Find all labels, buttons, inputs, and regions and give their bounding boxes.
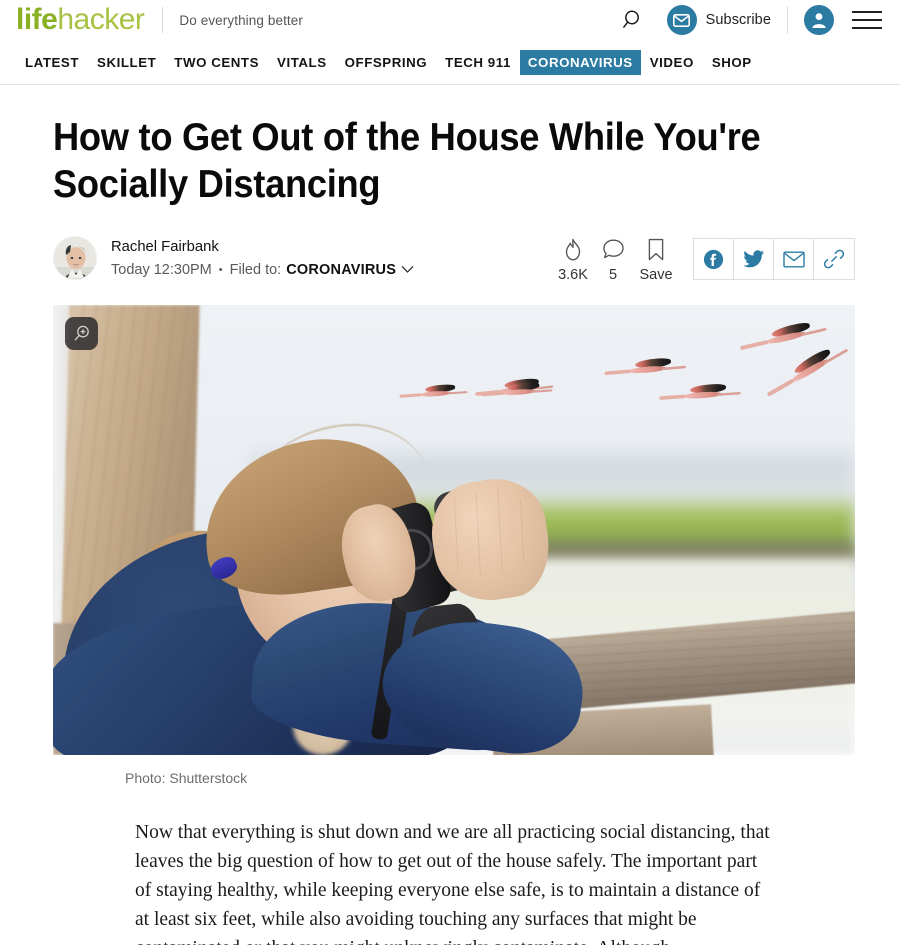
twitter-icon [742,250,764,268]
avatar[interactable] [53,236,97,280]
bookmark-icon [648,238,664,261]
image-expand-button[interactable] [65,317,98,350]
magnifier-plus-icon [74,325,89,341]
nav-item-two-cents[interactable]: TWO CENTS [165,50,268,75]
link-chain-icon [823,249,845,269]
logo-text-life: life [16,3,58,36]
author-name[interactable]: Rachel Fairbank [111,237,414,257]
article-figure: Photo: Shutterstock [53,305,855,786]
envelope-icon [673,13,691,27]
nav-item-tech-911[interactable]: TECH 911 [436,50,520,75]
subscribe-badge [666,5,697,35]
flame-icon [565,238,581,261]
email-share-button[interactable] [774,239,814,279]
nav-item-coronavirus[interactable]: CORONAVIRUS [519,49,641,75]
logo-text-hacker: hacker [57,3,145,36]
primary-nav: LATEST SKILLET TWO CENTS VITALS OFFSPRING TEC… [0,40,900,85]
header-divider [787,6,788,34]
filed-to-label: Filed to: [229,262,282,278]
hamburger-line-2 [852,19,882,21]
author-photo [54,237,96,279]
article-meta: Today 12:30PM • Filed to: CORONAVIRUS [111,260,414,281]
article-paragraph: Now that everything is shut down and we … [135,822,770,945]
nav-item-offspring[interactable]: OFFSPRING [336,50,437,75]
account-badge [804,5,834,35]
search-icon [622,10,639,29]
nav-item-video[interactable]: VIDEO [641,50,703,75]
nav-item-shop[interactable]: SHOP [703,50,761,75]
page-title: How to Get Out of the House While You're… [53,116,761,206]
share-buttons [693,238,855,280]
comments-button[interactable]: 5 [593,238,633,283]
likes-button[interactable]: 3.6K [553,238,593,283]
subscribe-label: Subscribe [705,12,771,28]
site-tagline: Do everything better [179,12,303,28]
byline-text: Rachel Fairbank Today 12:30PM • Filed to… [111,235,414,281]
hero-image[interactable] [53,305,855,755]
facebook-share-button[interactable] [694,239,734,279]
image-caption: Photo: Shutterstock [125,770,248,786]
nav-item-latest[interactable]: LATEST [16,50,88,75]
timestamp: Today 12:30PM [111,262,212,278]
meta-separator: • [218,264,223,276]
hamburger-line-3 [852,27,882,29]
nav-item-skillet[interactable]: SKILLET [88,50,165,75]
byline-row: Rachel Fairbank Today 12:30PM • Filed to… [53,235,855,283]
engagement-bar: 3.6K 5 Save [553,235,855,283]
facebook-icon [703,249,724,269]
account-button[interactable] [804,5,834,35]
search-button[interactable] [613,0,653,40]
chevron-down-icon[interactable] [401,260,414,281]
save-label: Save [639,267,673,283]
comment-bubble-icon [602,239,624,259]
save-button[interactable]: Save [633,238,679,283]
copy-link-button[interactable] [814,239,854,279]
article: How to Get Out of the House While You're… [0,114,900,945]
logo-divider [162,7,164,33]
subscribe-button[interactable]: Subscribe [666,5,771,35]
comments-count: 5 [608,267,618,283]
nav-item-vitals[interactable]: VITALS [268,50,336,75]
hamburger-menu-button[interactable] [852,0,886,40]
likes-count: 3.6K [558,267,588,283]
filed-to-tag[interactable]: CORONAVIRUS [286,260,396,281]
site-logo[interactable]: life hacker [16,3,145,36]
header-actions: Subscribe [613,0,886,40]
hamburger-line-1 [852,11,882,13]
envelope-icon [782,251,805,268]
user-avatar-icon [812,13,826,28]
twitter-share-button[interactable] [734,239,774,279]
site-masthead: life hacker Do everything better Subscrib… [0,0,900,40]
